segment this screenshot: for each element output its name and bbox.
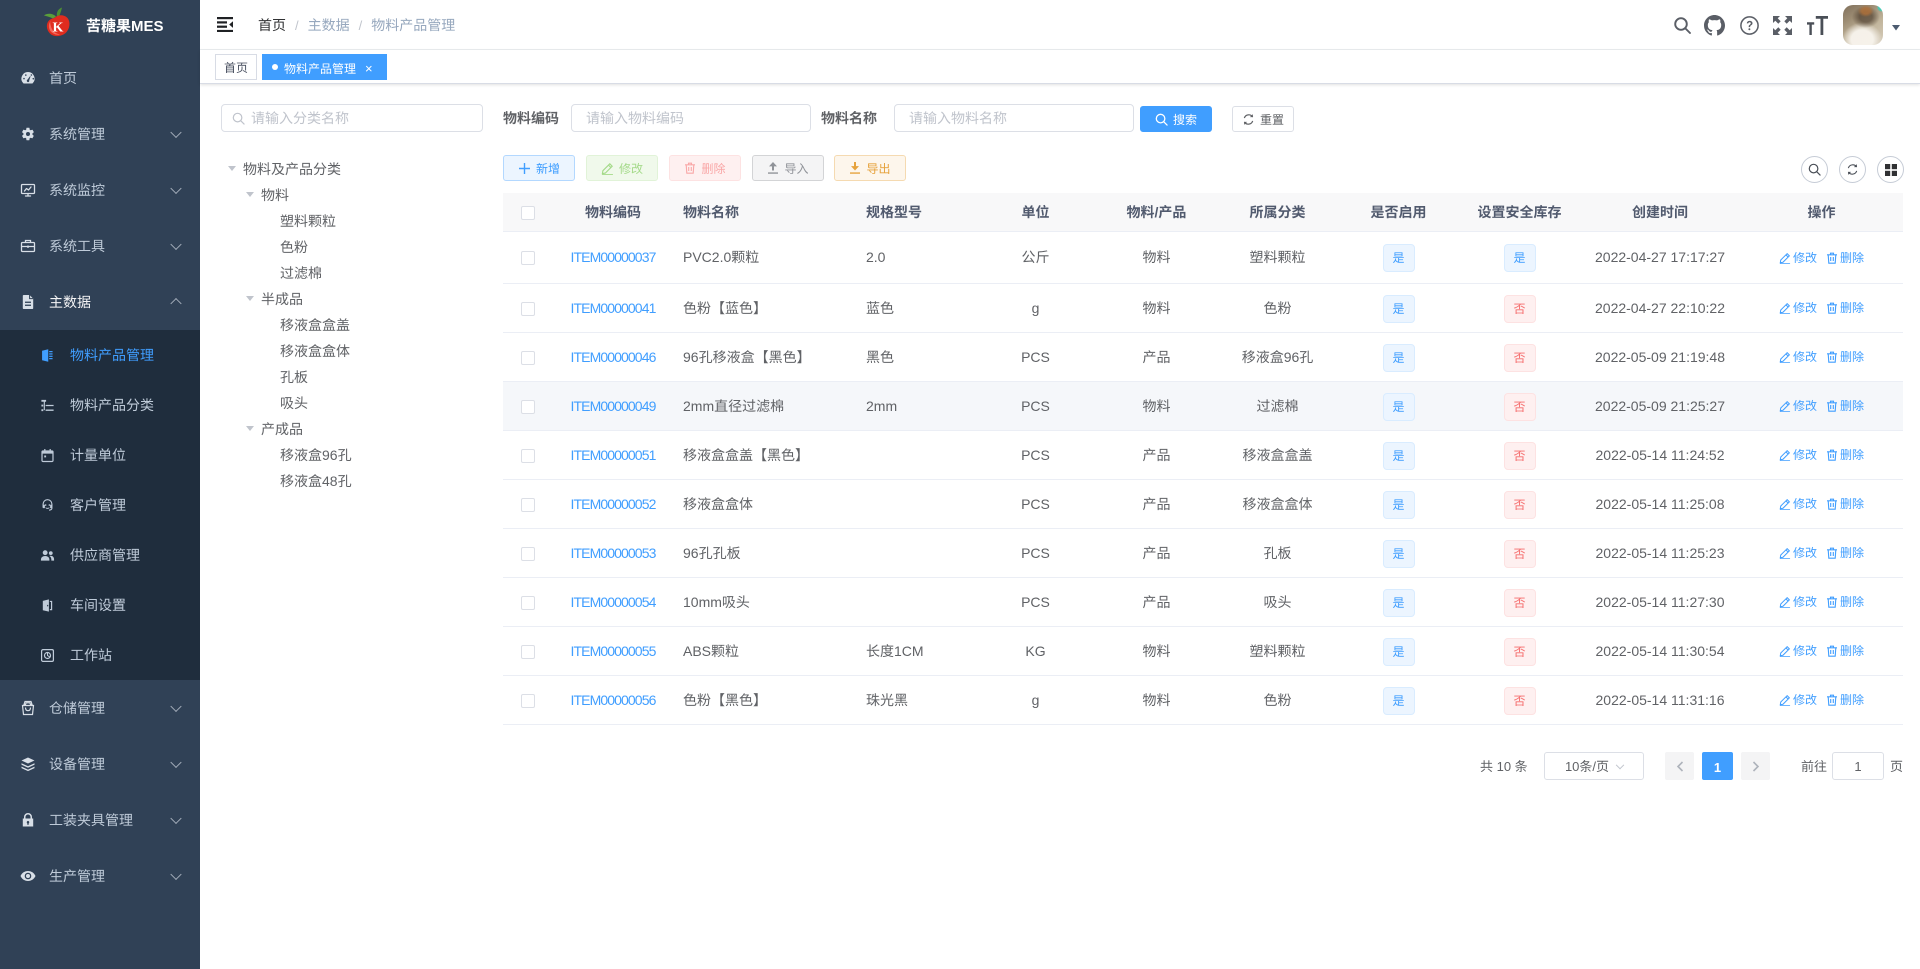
svg-text:K: K <box>53 21 64 36</box>
